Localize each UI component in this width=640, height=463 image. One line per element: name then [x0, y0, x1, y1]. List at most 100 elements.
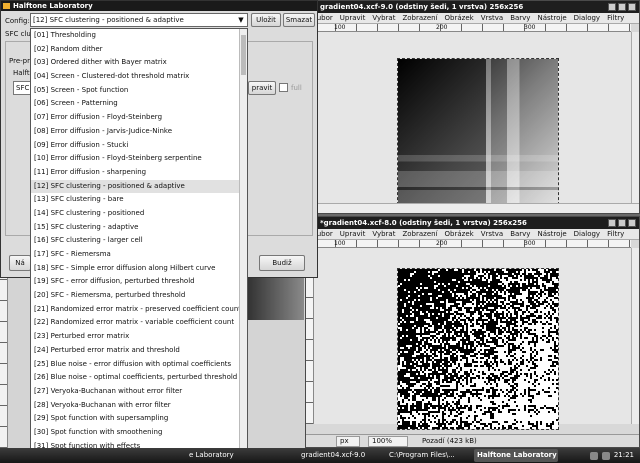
maximize-icon[interactable]	[618, 219, 626, 227]
dropdown-option[interactable]: [15] SFC clustering - adaptive	[31, 221, 247, 235]
save-button[interactable]: Uložit	[251, 13, 281, 27]
dropdown-option[interactable]: [27] Veryoka-Buchanan without error filt…	[31, 385, 247, 399]
config-combobox[interactable]: [12] SFC clustering - positioned & adapt…	[30, 13, 248, 27]
menu-item[interactable]: Upravit	[340, 13, 366, 23]
canvas-area[interactable]	[314, 32, 631, 213]
zoom-select[interactable]: 100%	[368, 436, 408, 447]
dropdown-option[interactable]: [19] SFC - error diffusion, perturbed th…	[31, 275, 247, 289]
scroll-thumb[interactable]	[241, 35, 246, 75]
dropdown-option[interactable]: [20] SFC - Riemersma, perturbed threshol…	[31, 289, 247, 303]
gimp-window-top: gradient04.xcf-9.0 (odstiny šedi, 1 vrst…	[305, 0, 640, 214]
horizontal-ruler: 100 200 300	[314, 24, 631, 32]
minimize-icon[interactable]	[608, 3, 616, 11]
dropdown-option[interactable]: [18] SFC - Simple error diffusion along …	[31, 262, 247, 276]
horizontal-scrollbar[interactable]	[306, 203, 639, 213]
taskbar-item-active[interactable]: Halftone Laboratory	[474, 449, 558, 462]
dropdown-option[interactable]: [23] Perturbed error matrix	[31, 330, 247, 344]
window-titlebar[interactable]: gradient04.xcf-9.0 (odstiny šedi, 1 vrst…	[306, 1, 639, 13]
close-icon[interactable]	[628, 3, 636, 11]
bottom-left-button[interactable]: Ná	[9, 255, 31, 271]
dropdown-option[interactable]: [22] Randomized error matrix - variable …	[31, 316, 247, 330]
dropdown-scrollbar[interactable]	[239, 29, 247, 463]
dropdown-option[interactable]: [16] SFC clustering - larger cell	[31, 234, 247, 248]
menu-item[interactable]: Vrstva	[481, 13, 504, 23]
canvas-area[interactable]	[314, 248, 631, 430]
menu-item[interactable]: Vybrat	[372, 229, 395, 239]
dropdown-option[interactable]: [08] Error diffusion - Jarvis-Judice-Nin…	[31, 125, 247, 139]
dialog-titlebar[interactable]: Halftone Laboratory	[1, 1, 317, 11]
vertical-ruler	[0, 278, 8, 448]
dropdown-option[interactable]: [02] Random dither	[31, 43, 247, 57]
delete-button[interactable]: Smazat	[283, 13, 315, 27]
clock: 21:21	[613, 451, 634, 459]
menu-item[interactable]: Vrstva	[481, 229, 504, 239]
window-title: *gradient04.xcf-8.0 (odstiny šedi, 1 vrs…	[320, 219, 527, 227]
gradient-image	[397, 58, 559, 213]
app-icon	[3, 3, 10, 9]
vertical-scrollbar[interactable]	[631, 32, 639, 203]
dropdown-option[interactable]: [29] Spot function with supersampling	[31, 412, 247, 426]
dropdown-option[interactable]: [10] Error diffusion - Floyd-Steinberg s…	[31, 152, 247, 166]
menu-item[interactable]: Filtry	[607, 229, 624, 239]
menu-item[interactable]: Dialogy	[574, 229, 600, 239]
menu-bar: Soubor Upravit Vybrat Zobrazení Obrázek Vrstv…	[306, 13, 639, 24]
status-bar: px 100% Pozadí (423 kB)	[306, 434, 639, 447]
menu-item[interactable]: Dialogy	[574, 13, 600, 23]
vertical-scrollbar[interactable]	[631, 248, 639, 424]
halftone-label: Halft	[13, 69, 30, 77]
run-button[interactable]: Budiž	[259, 255, 305, 271]
chevron-down-icon[interactable]: ▼	[236, 15, 246, 25]
menu-item[interactable]: Filtry	[607, 13, 624, 23]
unit-select[interactable]: px	[336, 436, 360, 447]
dropdown-option[interactable]: [07] Error diffusion - Floyd-Steinberg	[31, 111, 247, 125]
menu-item[interactable]: Barvy	[510, 13, 530, 23]
dropdown-option[interactable]: [28] Veryoka-Buchanan with error filter	[31, 399, 247, 413]
dialog-title: Halftone Laboratory	[13, 2, 93, 10]
window-title: gradient04.xcf-9.0 (odstiny šedi, 1 vrst…	[320, 3, 524, 11]
menu-item[interactable]: Obrázek	[445, 13, 474, 23]
ruler-label: 200	[436, 24, 448, 31]
tray-icon[interactable]	[589, 451, 598, 460]
dropdown-option[interactable]: [25] Blue noise - error diffusion with o…	[31, 358, 247, 372]
menu-item[interactable]: Upravit	[340, 229, 366, 239]
dropdown-option[interactable]: [09] Error diffusion - Stucki	[31, 139, 247, 153]
menu-item[interactable]: Nástroje	[537, 229, 566, 239]
preprocess-label: Pre-pr	[9, 57, 30, 65]
dropdown-option[interactable]: [12] SFC clustering - positioned & adapt…	[31, 179, 247, 194]
dropdown-option[interactable]: [03] Ordered dither with Bayer matrix	[31, 56, 247, 70]
menu-item[interactable]: Obrázek	[445, 229, 474, 239]
dropdown-option[interactable]: [06] Screen - Patterning	[31, 97, 247, 111]
dropdown-option[interactable]: [14] SFC clustering - positioned	[31, 207, 247, 221]
apply-button[interactable]: pravit	[248, 81, 276, 95]
dropdown-option[interactable]: [26] Blue noise - optimal coefficients, …	[31, 371, 247, 385]
taskbar-item[interactable]: e Laboratory	[186, 449, 242, 462]
menu-item[interactable]: Vybrat	[372, 13, 395, 23]
config-dropdown-list[interactable]: [01] Thresholding [02] Random dither [03] …	[30, 28, 248, 463]
ruler-label: 200	[436, 240, 448, 247]
dropdown-option[interactable]: [30] Spot function with smoothening	[31, 426, 247, 440]
full-checkbox-label: full	[291, 84, 302, 92]
taskbar-item[interactable]: C:\Program Files\...	[386, 449, 470, 462]
halftoned-image	[397, 268, 559, 430]
dropdown-option[interactable]: [17] SFC - Riemersma	[31, 248, 247, 262]
taskbar-item[interactable]: gradient04.xcf-9.0	[298, 449, 382, 462]
dropdown-option[interactable]: [01] Thresholding	[31, 29, 247, 43]
dropdown-option[interactable]: [11] Error diffusion - sharpening	[31, 166, 247, 180]
tray-icon[interactable]	[601, 451, 610, 460]
dropdown-option[interactable]: [24] Perturbed error matrix and threshol…	[31, 344, 247, 358]
minimize-icon[interactable]	[608, 219, 616, 227]
dropdown-option[interactable]: [13] SFC clustering - bare	[31, 193, 247, 207]
window-titlebar[interactable]: *gradient04.xcf-8.0 (odstiny šedi, 1 vrs…	[306, 217, 639, 229]
menu-bar: Soubor Upravit Vybrat Zobrazení Obrázek Vrstv…	[306, 229, 639, 240]
dropdown-option[interactable]: [21] Randomized error matrix - preserved…	[31, 303, 247, 317]
maximize-icon[interactable]	[618, 3, 626, 11]
dropdown-option[interactable]: [04] Screen - Clustered-dot threshold ma…	[31, 70, 247, 84]
ruler-label: 100	[334, 240, 346, 247]
menu-item[interactable]: Barvy	[510, 229, 530, 239]
menu-item[interactable]: Nástroje	[537, 13, 566, 23]
menu-item[interactable]: Zobrazení	[402, 229, 437, 239]
dropdown-option[interactable]: [05] Screen - Spot function	[31, 84, 247, 98]
menu-item[interactable]: Zobrazení	[402, 13, 437, 23]
full-checkbox[interactable]	[279, 83, 288, 92]
close-icon[interactable]	[628, 219, 636, 227]
